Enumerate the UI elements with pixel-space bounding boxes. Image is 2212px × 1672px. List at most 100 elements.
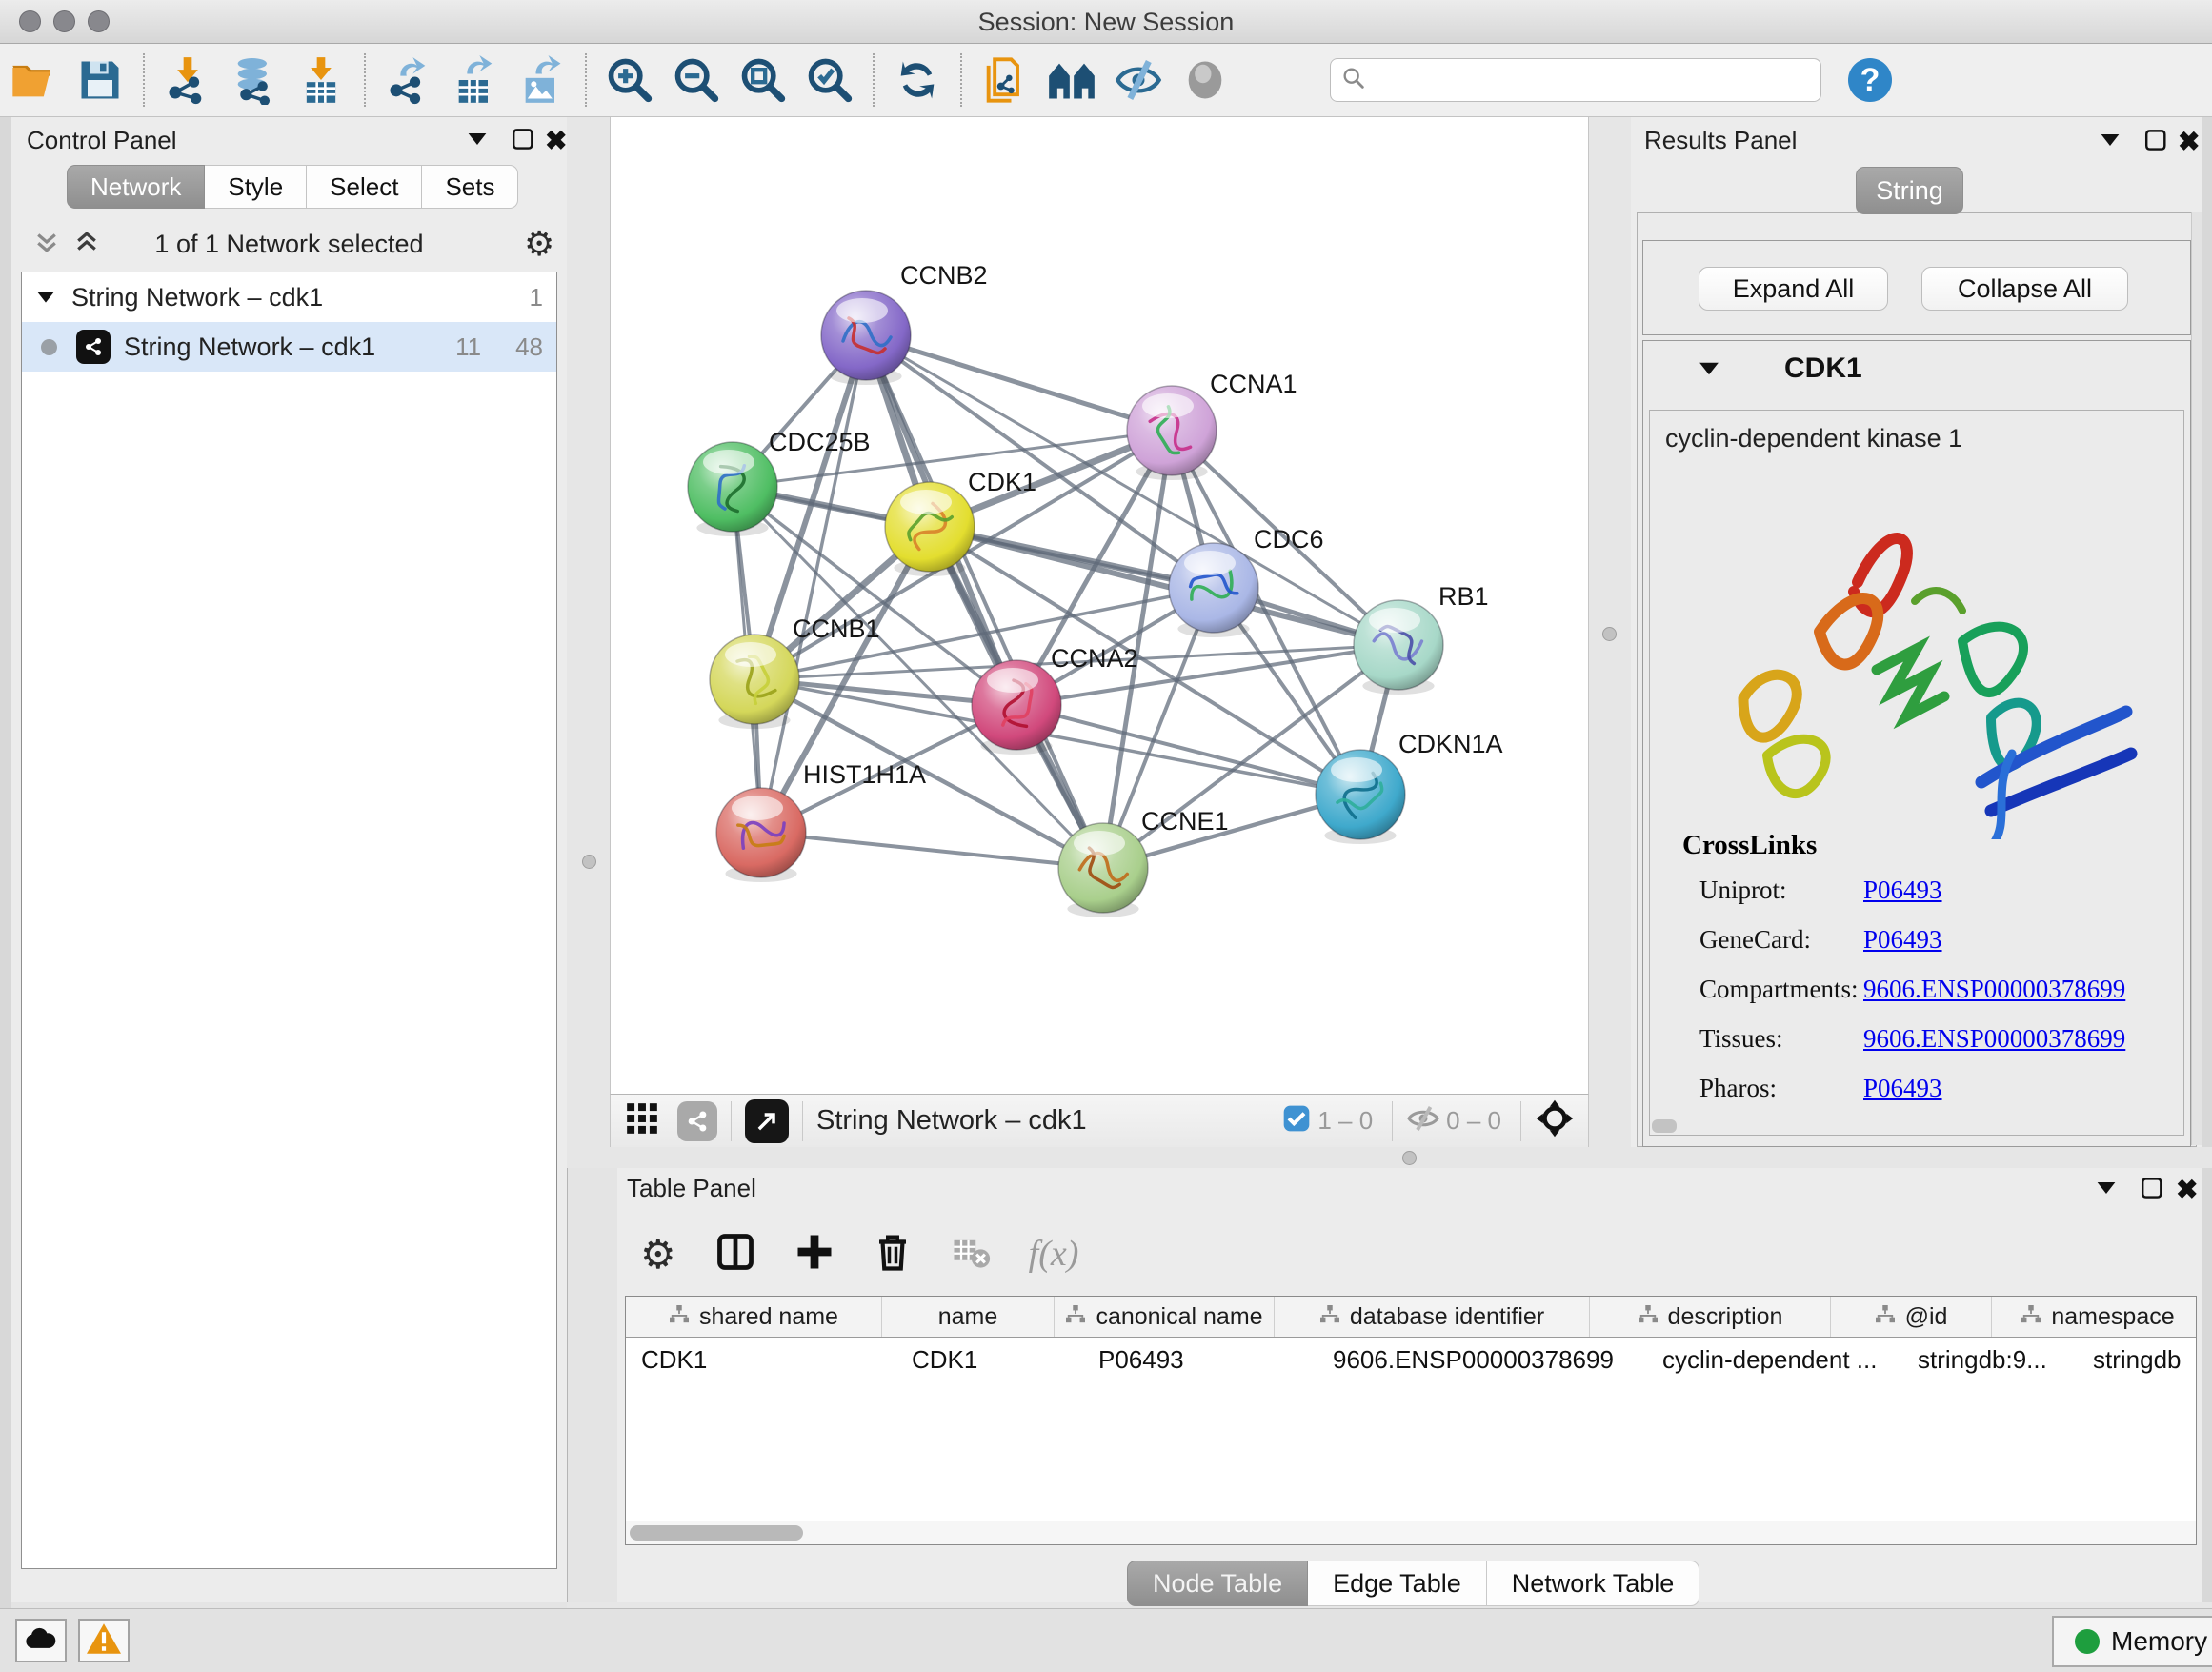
crosslink-link[interactable]: P06493 (1863, 876, 1942, 905)
edge-CDK1-RB1[interactable] (930, 527, 1398, 645)
edge-CCNB2-CCNA1[interactable] (866, 335, 1172, 431)
table-cell[interactable]: P06493 (1083, 1338, 1317, 1381)
tab-node-table[interactable]: Node Table (1127, 1561, 1308, 1606)
table-cell[interactable]: cyclin-dependent ... (1647, 1338, 1902, 1381)
zoom-fit-icon[interactable] (735, 52, 791, 108)
network-collection-row[interactable]: String Network – cdk1 1 (22, 272, 556, 322)
node-HIST1H1A[interactable]: HIST1H1A (716, 760, 926, 882)
add-column-icon[interactable] (794, 1232, 835, 1277)
column-header--id[interactable]: @id (1831, 1297, 1992, 1337)
column-header-name[interactable]: name (882, 1297, 1055, 1337)
tab-sets[interactable]: Sets (422, 165, 518, 209)
table-hscrollbar-thumb[interactable] (630, 1525, 803, 1541)
node-CCNA1[interactable]: CCNA1 (1127, 370, 1297, 480)
import-table-icon[interactable] (293, 52, 349, 108)
horizontal-splitter-handle[interactable] (1402, 1151, 1417, 1165)
table-panel-float-icon[interactable]: ▢ (2140, 1172, 2164, 1201)
crosslink-link[interactable]: 9606.ENSP00000378699 (1863, 975, 2125, 1004)
export-image-icon[interactable] (514, 52, 570, 108)
tab-edge-table[interactable]: Edge Table (1308, 1561, 1487, 1606)
node-RB1[interactable]: RB1 (1354, 582, 1489, 695)
network-options-gear-icon[interactable]: ⚙ (524, 224, 554, 264)
right-splitter-handle[interactable] (1602, 627, 1617, 641)
edge-CCNB2-HIST1H1A[interactable] (761, 335, 866, 833)
crosslink-link[interactable]: P06493 (1863, 1074, 1942, 1103)
table-row[interactable]: CDK1CDK1P064939606.ENSP00000378699cyclin… (626, 1338, 2196, 1381)
show-columns-icon[interactable] (714, 1231, 756, 1278)
table-cell[interactable]: CDK1 (626, 1338, 896, 1381)
results-panel-float-icon[interactable]: ▢ (2143, 124, 2168, 153)
zoom-out-icon[interactable] (669, 52, 724, 108)
network-row-selected[interactable]: String Network – cdk1 11 48 (22, 322, 556, 372)
tab-select[interactable]: Select (307, 165, 422, 209)
warning-status-button[interactable] (78, 1619, 130, 1662)
network-graph[interactable]: CCNB2CCNA1CDC25BCDK1CDC6RB1CCNB1CCNA2CDK… (611, 117, 1588, 1094)
clone-network-icon[interactable] (977, 52, 1033, 108)
delete-column-icon[interactable] (873, 1232, 913, 1277)
results-panel-close-icon[interactable]: ✖ (2178, 126, 2200, 157)
detail-hscrollbar-thumb[interactable] (1652, 1119, 1677, 1133)
function-builder-icon[interactable]: f(x) (1029, 1233, 1079, 1275)
gene-entry-expander-icon[interactable] (1699, 362, 1719, 380)
crosslink-link[interactable]: P06493 (1863, 925, 1942, 955)
table-settings-gear-icon[interactable]: ⚙ (640, 1231, 676, 1278)
network-canvas[interactable]: CCNB2CCNA1CDC25BCDK1CDC6RB1CCNB1CCNA2CDK… (610, 117, 1589, 1094)
right-splitter[interactable] (1587, 117, 1631, 1147)
results-panel-collapse-icon[interactable] (2100, 133, 2121, 151)
first-neighbors-icon[interactable] (1044, 52, 1099, 108)
expand-all-button[interactable]: Expand All (1699, 267, 1888, 311)
column-header-database-identifier[interactable]: database identifier (1275, 1297, 1590, 1337)
node-CDK1[interactable]: CDK1 (885, 468, 1036, 576)
save-session-icon[interactable] (72, 52, 128, 108)
column-header-shared-name[interactable]: shared name (626, 1297, 882, 1337)
table-panel-close-icon[interactable]: ✖ (2176, 1174, 2198, 1205)
table-cell[interactable]: 9606.ENSP00000378699 (1317, 1338, 1647, 1381)
selected-checkbox-icon[interactable] (1281, 1103, 1312, 1138)
tab-style[interactable]: Style (205, 165, 307, 209)
control-panel-collapse-icon[interactable] (467, 132, 488, 151)
memory-button[interactable]: Memory (2052, 1616, 2212, 1667)
control-panel-close-icon[interactable]: ✖ (545, 125, 567, 156)
edge-CCNA2-CDKN1A[interactable] (1016, 705, 1360, 795)
export-network-icon[interactable] (381, 52, 436, 108)
control-panel-float-icon[interactable]: ▢ (511, 123, 535, 152)
refresh-layout-icon[interactable] (890, 52, 945, 108)
left-splitter-handle[interactable] (582, 855, 596, 869)
crosslink-link[interactable]: 9606.ENSP00000378699 (1863, 1024, 2125, 1054)
column-header-description[interactable]: description (1590, 1297, 1831, 1337)
search-field[interactable] (1330, 58, 1821, 102)
export-table-icon[interactable] (448, 52, 503, 108)
cloud-status-button[interactable] (15, 1619, 67, 1662)
tab-network-table[interactable]: Network Table (1487, 1561, 1700, 1606)
left-splitter[interactable] (567, 117, 610, 1147)
table-cell[interactable]: stringdb (2078, 1338, 2197, 1381)
grid-view-icon[interactable] (624, 1100, 660, 1141)
delete-table-icon[interactable] (951, 1232, 991, 1277)
column-header-namespace[interactable]: namespace (1992, 1297, 2197, 1337)
help-button[interactable]: ? (1848, 58, 1892, 102)
search-input[interactable] (1367, 66, 1811, 94)
hidden-eye-icon[interactable] (1406, 1101, 1440, 1140)
show-all-icon[interactable] (1177, 52, 1233, 108)
column-header-canonical-name[interactable]: canonical name (1055, 1297, 1275, 1337)
collapse-all-button[interactable]: Collapse All (1921, 267, 2128, 311)
collection-expander-icon[interactable] (37, 292, 54, 302)
open-session-icon[interactable] (6, 52, 61, 108)
table-hscrollbar[interactable] (626, 1521, 2196, 1544)
network-share-view-icon[interactable] (677, 1101, 717, 1141)
zoom-selected-icon[interactable] (802, 52, 857, 108)
node-CDKN1A[interactable]: CDKN1A (1316, 730, 1503, 844)
detach-view-icon[interactable] (745, 1099, 789, 1143)
zoom-in-icon[interactable] (602, 52, 657, 108)
table-cell[interactable]: stringdb:9... (1902, 1338, 2078, 1381)
table-cell[interactable]: CDK1 (896, 1338, 1083, 1381)
horizontal-splitter[interactable] (567, 1147, 2212, 1168)
results-vscrollbar[interactable] (2191, 212, 2202, 1145)
hide-selected-icon[interactable] (1111, 52, 1166, 108)
import-network-database-icon[interactable] (227, 52, 282, 108)
node-CCNB1[interactable]: CCNB1 (710, 614, 880, 729)
tab-string[interactable]: String (1856, 167, 1963, 214)
table-panel-collapse-icon[interactable] (2096, 1181, 2117, 1199)
import-network-file-icon[interactable] (160, 52, 215, 108)
tab-network[interactable]: Network (67, 165, 205, 209)
